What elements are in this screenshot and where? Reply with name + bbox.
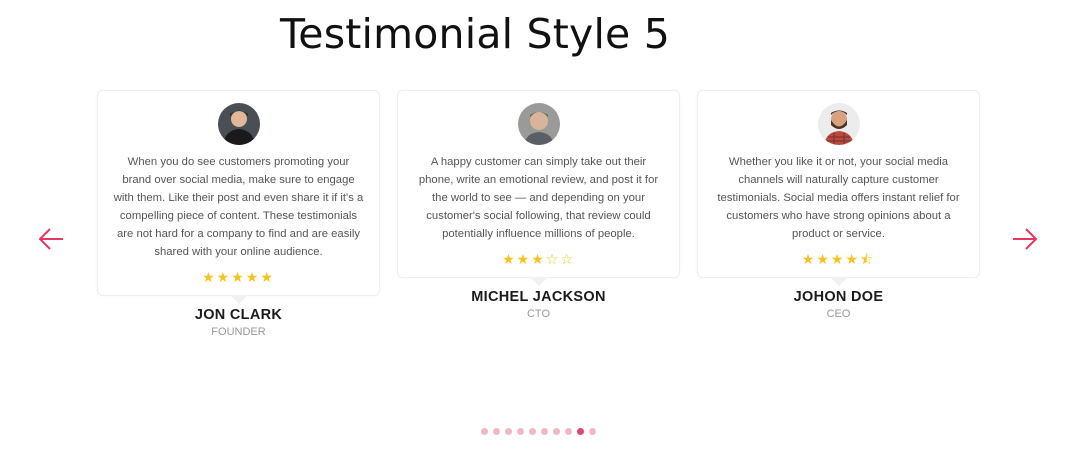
testimonial-role: CTO [526, 308, 551, 320]
pagination-dot[interactable] [480, 428, 488, 435]
pagination-dot[interactable] [516, 428, 524, 435]
testimonial-name: JOHON DOE [793, 289, 884, 305]
pagination-dot[interactable] [576, 428, 584, 435]
avatar [517, 103, 560, 145]
pagination-dot[interactable] [564, 428, 572, 435]
pagination-dot[interactable] [588, 428, 596, 435]
testimonial-role: FOUNDER [211, 326, 266, 338]
avatar [817, 103, 860, 145]
testimonial-quote: A happy customer can simply take out the… [418, 156, 659, 240]
testimonial-card: A happy customer can simply take out the… [397, 90, 680, 286]
testimonial-slide: Whether you like it or not, your social … [697, 90, 980, 320]
page-title: Testimonial Style 5 [280, 10, 670, 58]
pagination-dot[interactable] [552, 428, 560, 435]
pagination-dot[interactable] [504, 428, 512, 435]
testimonial-slide: When you do see customers promoting your… [97, 90, 380, 338]
arrow-right-icon [1013, 228, 1038, 250]
star-rating: ★★★★★ [202, 269, 275, 285]
prev-arrow-button[interactable] [36, 224, 66, 254]
pagination-dots [0, 428, 1076, 435]
testimonial-card: When you do see customers promoting your… [97, 90, 380, 304]
pagination-dot[interactable] [528, 428, 536, 435]
pagination-dot[interactable] [492, 428, 500, 435]
arrow-left-icon [38, 228, 63, 250]
testimonial-role: CEO [826, 308, 851, 320]
star-rating: ★★★☆☆ [502, 251, 575, 267]
testimonial-quote: Whether you like it or not, your social … [717, 156, 960, 240]
testimonial-quote: When you do see customers promoting your… [113, 156, 364, 258]
star-rating: ★★★★⯪ [801, 251, 876, 267]
avatar [217, 103, 260, 145]
testimonial-name: JON CLARK [194, 307, 283, 323]
testimonial-card: Whether you like it or not, your social … [697, 90, 980, 286]
testimonial-slide: A happy customer can simply take out the… [397, 90, 680, 320]
testimonial-name: MICHEL JACKSON [471, 289, 606, 305]
pagination-dot[interactable] [540, 428, 548, 435]
next-arrow-button[interactable] [1010, 224, 1040, 254]
